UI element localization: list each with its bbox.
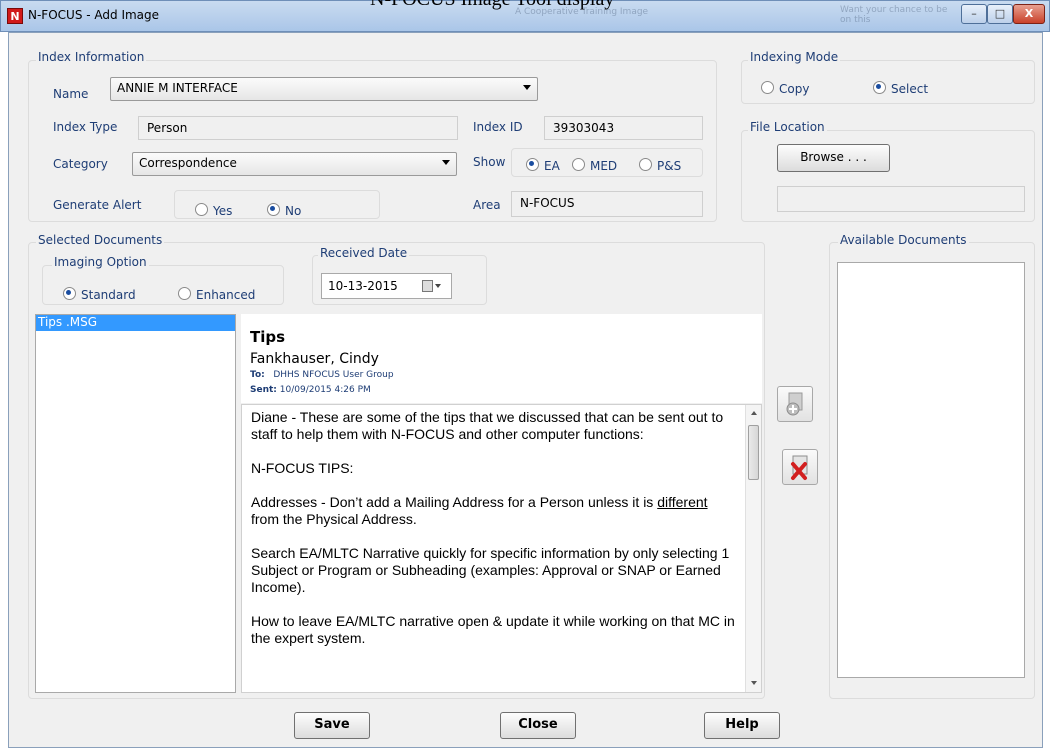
available-documents-list[interactable]: [837, 262, 1025, 678]
file-location-label: File Location: [748, 120, 827, 134]
received-date-label: Received Date: [318, 246, 410, 260]
message-sent: Sent: 10/09/2015 4:26 PM: [250, 385, 371, 395]
imaging-option-standard[interactable]: Standard: [63, 284, 136, 303]
radio-icon: [761, 81, 774, 94]
background-tab-text: A Cooperative Training Image: [515, 7, 649, 17]
close-button[interactable]: Close: [500, 712, 576, 739]
show-label: Show: [473, 155, 506, 169]
to-label: To:: [250, 370, 265, 380]
message-text: Diane - These are some of the tips that …: [251, 409, 736, 647]
background-tab-text: Want your chance to be on this: [840, 5, 948, 25]
show-option-med[interactable]: MED: [572, 155, 617, 174]
maximize-button[interactable]: □: [987, 4, 1013, 24]
index-id-field: 39303043: [544, 116, 703, 140]
radio-icon: [572, 158, 585, 171]
radio-selected-icon: [267, 203, 280, 216]
browse-button[interactable]: Browse . . .: [777, 144, 890, 172]
radio-icon: [639, 158, 652, 171]
app-icon: N: [7, 8, 23, 24]
area-field: N-FOCUS: [511, 191, 703, 217]
scroll-thumb[interactable]: [748, 425, 759, 480]
save-button[interactable]: Save: [294, 712, 370, 739]
generate-alert-label: Generate Alert: [53, 198, 142, 212]
alert-option-yes[interactable]: Yes: [195, 200, 232, 219]
calendar-icon[interactable]: [422, 280, 433, 292]
window-close-button[interactable]: X: [1013, 4, 1045, 24]
chevron-down-icon: [442, 160, 450, 165]
message-paragraph: Diane - These are some of the tips that …: [251, 409, 724, 442]
selected-documents-label: Selected Documents: [36, 233, 165, 247]
message-body[interactable]: Diane - These are some of the tips that …: [241, 404, 762, 693]
name-value: ANNIE M INTERFACE: [117, 81, 238, 95]
radio-selected-icon: [63, 287, 76, 300]
imaging-option-enhanced[interactable]: Enhanced: [178, 284, 255, 303]
add-document-icon: [786, 392, 803, 416]
scroll-up-icon[interactable]: [751, 411, 757, 415]
index-type-field: Person: [138, 116, 458, 140]
list-item[interactable]: Tips .MSG: [36, 315, 235, 331]
remove-document-icon: [791, 455, 808, 480]
imaging-option-label: Imaging Option: [52, 255, 149, 269]
message-paragraph: Search EA/MLTC Narrative quickly for spe…: [251, 545, 730, 595]
indexing-mode-label: Indexing Mode: [748, 50, 841, 64]
radio-icon: [178, 287, 191, 300]
add-document-button[interactable]: [777, 386, 813, 422]
name-label: Name: [53, 87, 89, 101]
message-paragraph: How to leave EA/MLTC narrative open & up…: [251, 613, 735, 646]
message-from: Fankhauser, Cindy: [250, 351, 379, 367]
selected-files-list[interactable]: Tips .MSG: [35, 314, 236, 693]
available-documents-label: Available Documents: [838, 233, 969, 247]
received-date-value: 10-13-2015: [328, 279, 398, 293]
index-information-label: Index Information: [36, 50, 147, 64]
help-button[interactable]: Help: [704, 712, 780, 739]
category-dropdown[interactable]: Correspondence: [132, 152, 457, 176]
message-to: To: DHHS NFOCUS User Group: [250, 370, 394, 380]
message-subject: Tips: [250, 328, 286, 346]
index-type-label: Index Type: [53, 120, 118, 134]
message-paragraph: Addresses - Don’t add a Mailing Address …: [251, 494, 708, 527]
show-option-ea[interactable]: EA: [526, 155, 560, 174]
sent-label: Sent:: [250, 385, 277, 395]
name-dropdown[interactable]: ANNIE M INTERFACE: [110, 77, 538, 101]
radio-icon: [195, 203, 208, 216]
remove-document-button[interactable]: [782, 449, 818, 485]
indexing-mode-copy[interactable]: Copy: [761, 78, 809, 97]
sent-value: 10/09/2015 4:26 PM: [279, 385, 371, 395]
show-option-ps[interactable]: P&S: [639, 155, 681, 174]
radio-selected-icon: [873, 81, 886, 94]
alert-option-no[interactable]: No: [267, 200, 301, 219]
radio-selected-icon: [526, 158, 539, 171]
chevron-down-icon: [435, 284, 441, 288]
to-value: DHHS NFOCUS User Group: [273, 370, 394, 380]
category-label: Category: [53, 157, 108, 171]
scroll-down-icon[interactable]: [751, 681, 757, 685]
received-date-field[interactable]: 10-13-2015: [321, 273, 452, 299]
category-value: Correspondence: [139, 156, 237, 170]
message-paragraph: N-FOCUS TIPS:: [251, 460, 354, 476]
minimize-button[interactable]: –: [961, 4, 987, 24]
message-header: Tips Fankhauser, Cindy To: DHHS NFOCUS U…: [241, 314, 762, 403]
message-scrollbar[interactable]: [745, 405, 761, 692]
indexing-mode-select[interactable]: Select: [873, 78, 928, 97]
window-title: N-FOCUS - Add Image: [28, 8, 160, 22]
area-label: Area: [473, 198, 501, 212]
file-path-field[interactable]: [777, 186, 1025, 212]
index-id-label: Index ID: [473, 120, 523, 134]
chevron-down-icon: [523, 85, 531, 90]
